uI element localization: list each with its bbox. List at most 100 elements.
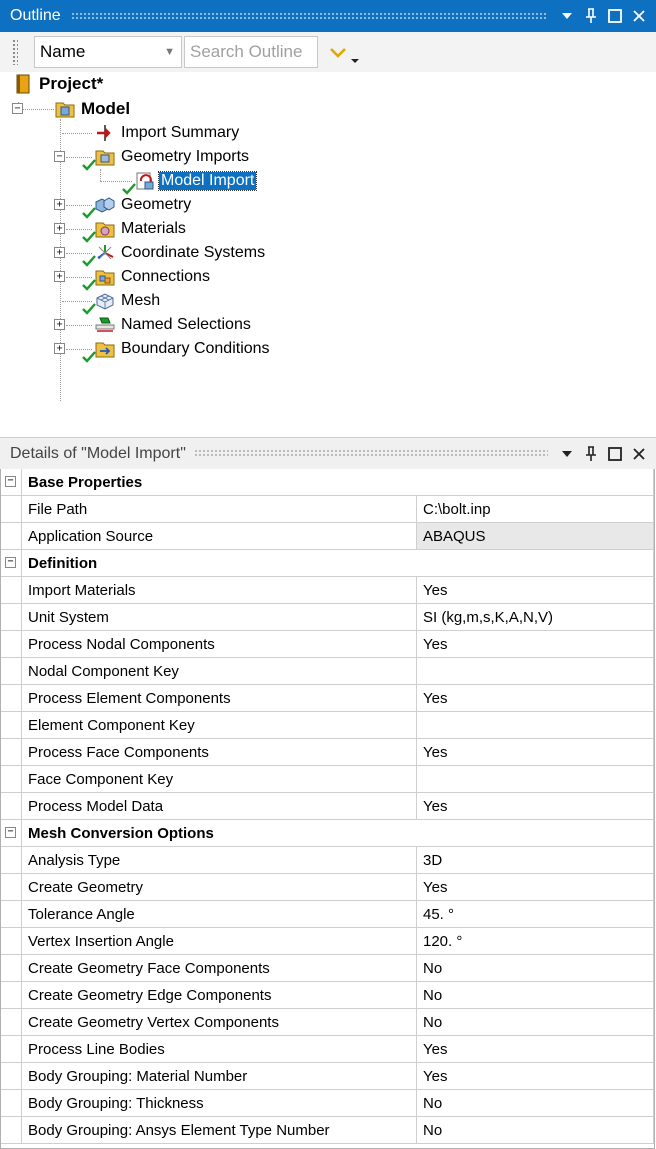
section-collapse-icon[interactable]: − — [5, 827, 16, 838]
check-icon — [82, 351, 96, 363]
boundary-conditions-folder-icon — [82, 339, 116, 363]
details-grip[interactable] — [193, 449, 548, 458]
property-row-create-geometry-edge-components[interactable]: Create Geometry Edge Components No — [0, 982, 654, 1009]
model-collapse-toggle[interactable]: − — [12, 103, 23, 114]
connections-expand-toggle[interactable]: + — [54, 271, 65, 282]
tree-node-materials[interactable]: Materials — [82, 217, 188, 243]
geometry-imports-folder-icon — [82, 147, 116, 171]
property-value[interactable]: No — [416, 1009, 654, 1035]
materials-expand-toggle[interactable]: + — [54, 223, 65, 234]
tree-node-connections[interactable]: Connections — [82, 265, 212, 291]
section-collapse-icon[interactable]: − — [5, 476, 16, 487]
row-gutter — [0, 739, 21, 765]
property-row-tolerance-angle[interactable]: Tolerance Angle 45. ° — [0, 901, 654, 928]
property-value[interactable]: 45. ° — [416, 901, 654, 927]
section-collapse-icon[interactable]: − — [5, 557, 16, 568]
tree-node-coordinate-systems[interactable]: Coordinate Systems — [82, 241, 267, 267]
row-gutter — [0, 955, 21, 981]
coordinate-systems-expand-toggle[interactable]: + — [54, 247, 65, 258]
property-row-file-path[interactable]: File Path C:\bolt.inp — [0, 496, 654, 523]
property-label: Application Source — [21, 523, 416, 549]
property-row-create-geometry-face-components[interactable]: Create Geometry Face Components No — [0, 955, 654, 982]
tree-node-named-selections[interactable]: Named Selections — [94, 313, 253, 337]
property-value[interactable]: Yes — [416, 685, 654, 711]
property-row-body-grouping-thickness[interactable]: Body Grouping: Thickness No — [0, 1090, 654, 1117]
property-row-process-face-components[interactable]: Process Face Components Yes — [0, 739, 654, 766]
property-row-face-component-key[interactable]: Face Component Key — [0, 766, 654, 793]
details-menu-icon[interactable] — [556, 443, 578, 465]
row-gutter — [0, 712, 21, 738]
maximize-icon[interactable] — [604, 5, 626, 27]
details-close-icon[interactable] — [628, 443, 650, 465]
tree-node-mesh[interactable]: Mesh — [82, 289, 162, 315]
geometry-imports-collapse-toggle[interactable]: − — [54, 151, 65, 162]
property-label: Face Component Key — [21, 766, 416, 792]
property-value[interactable]: Yes — [416, 577, 654, 603]
property-value[interactable]: Yes — [416, 1063, 654, 1089]
filter-options-button[interactable] — [328, 39, 364, 65]
property-value[interactable]: 120. ° — [416, 928, 654, 954]
property-row-nodal-component-key[interactable]: Nodal Component Key — [0, 658, 654, 685]
property-row-unit-system[interactable]: Unit System SI (kg,m,s,K,A,N,V) — [0, 604, 654, 631]
section-mesh-conversion-options[interactable]: − Mesh Conversion Options — [0, 820, 654, 847]
property-row-process-element-components[interactable]: Process Element Components Yes — [0, 685, 654, 712]
property-value[interactable]: 3D — [416, 847, 654, 873]
property-value[interactable] — [416, 658, 654, 684]
property-value[interactable]: Yes — [416, 874, 654, 900]
named-selections-expand-toggle[interactable]: + — [54, 319, 65, 330]
name-filter-select[interactable]: Name ▼ — [34, 36, 182, 68]
property-value[interactable]: Yes — [416, 1036, 654, 1062]
close-icon[interactable] — [628, 5, 650, 27]
tree-label-materials: Materials — [121, 220, 186, 237]
property-label: Create Geometry Face Components — [21, 955, 416, 981]
property-value[interactable]: No — [416, 982, 654, 1008]
property-row-process-model-data[interactable]: Process Model Data Yes — [0, 793, 654, 820]
pin-icon[interactable] — [580, 5, 602, 27]
property-value[interactable]: Yes — [416, 631, 654, 657]
section-definition[interactable]: − Definition — [0, 550, 654, 577]
window-menu-icon[interactable] — [556, 5, 578, 27]
property-value[interactable]: Yes — [416, 739, 654, 765]
connections-folder-icon — [82, 267, 116, 291]
section-label: Mesh Conversion Options — [21, 820, 654, 846]
property-value[interactable]: No — [416, 1090, 654, 1116]
tree-node-model-import[interactable]: Model Import — [122, 169, 258, 195]
section-base-properties[interactable]: − Base Properties — [0, 469, 654, 496]
property-row-application-source[interactable]: Application Source ABAQUS — [0, 523, 654, 550]
property-row-process-line-bodies[interactable]: Process Line Bodies Yes — [0, 1036, 654, 1063]
property-row-body-grouping-ansys-element-type-number[interactable]: Body Grouping: Ansys Element Type Number… — [0, 1117, 654, 1144]
property-row-analysis-type[interactable]: Analysis Type 3D — [0, 847, 654, 874]
property-value[interactable]: C:\bolt.inp — [416, 496, 654, 522]
tree-node-geometry-imports[interactable]: Geometry Imports — [82, 145, 251, 171]
boundary-conditions-expand-toggle[interactable]: + — [54, 343, 65, 354]
details-pin-icon[interactable] — [580, 443, 602, 465]
property-value[interactable]: SI (kg,m,s,K,A,N,V) — [416, 604, 654, 630]
tree-node-boundary-conditions[interactable]: Boundary Conditions — [82, 337, 272, 363]
property-row-vertex-insertion-angle[interactable]: Vertex Insertion Angle 120. ° — [0, 928, 654, 955]
property-value[interactable] — [416, 712, 654, 738]
row-gutter — [0, 1036, 21, 1062]
property-row-create-geometry-vertex-components[interactable]: Create Geometry Vertex Components No — [0, 1009, 654, 1036]
geometry-expand-toggle[interactable]: + — [54, 199, 65, 210]
property-row-process-nodal-components[interactable]: Process Nodal Components Yes — [0, 631, 654, 658]
property-row-import-materials[interactable]: Import Materials Yes — [0, 577, 654, 604]
property-value[interactable]: No — [416, 955, 654, 981]
property-value[interactable] — [416, 766, 654, 792]
details-maximize-icon[interactable] — [604, 443, 626, 465]
model-folder-icon — [54, 99, 76, 119]
title-bar-grip[interactable] — [70, 11, 546, 21]
tree-node-import-summary[interactable]: Import Summary — [94, 121, 241, 145]
project-book-icon — [12, 74, 34, 94]
property-label: Import Materials — [21, 577, 416, 603]
tree-node-geometry[interactable]: Geometry — [82, 193, 193, 219]
property-row-element-component-key[interactable]: Element Component Key — [0, 712, 654, 739]
property-value[interactable]: No — [416, 1117, 654, 1143]
property-row-create-geometry[interactable]: Create Geometry Yes — [0, 874, 654, 901]
tree-node-model[interactable]: Model — [54, 97, 132, 121]
toolbar-grip[interactable] — [12, 39, 18, 65]
tree-node-project[interactable]: Project* — [12, 72, 105, 96]
row-gutter: − — [0, 550, 21, 576]
search-outline-input[interactable] — [184, 36, 318, 68]
property-value[interactable]: Yes — [416, 793, 654, 819]
property-row-body-grouping-material-number[interactable]: Body Grouping: Material Number Yes — [0, 1063, 654, 1090]
